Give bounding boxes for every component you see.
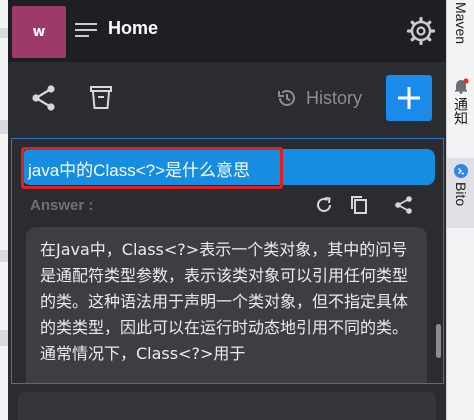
answer-bubble: 在Java中，Class<?>表示一个类对象，其中的问号是通配符类型参数，表示该… (26, 227, 427, 383)
gear-icon[interactable] (406, 16, 436, 46)
trash-icon[interactable] (90, 84, 112, 110)
bito-chat-panel: w Home History java中的Class<?>是什么意思 Answe… (8, 0, 446, 420)
history-button[interactable]: History (276, 86, 362, 110)
editor-line (0, 250, 8, 262)
new-chat-button[interactable] (386, 75, 432, 121)
maven-label: Maven (453, 2, 469, 45)
hamburger-menu-icon[interactable] (75, 22, 97, 38)
bito-logo-icon (454, 164, 468, 178)
panel-header: w Home (8, 0, 446, 62)
editor-line (0, 120, 8, 134)
message-input[interactable] (18, 392, 436, 420)
history-label: History (306, 87, 363, 108)
editor-line (0, 330, 8, 346)
answer-header: Answer : (12, 193, 443, 219)
chat-thread[interactable]: java中的Class<?>是什么意思 Answer : 在Java中，Clas… (11, 138, 444, 384)
avatar[interactable]: w (12, 6, 66, 58)
chat-toolbar: History (8, 62, 446, 132)
share-answer-icon[interactable] (394, 195, 414, 215)
history-icon (278, 90, 295, 106)
maven-tab[interactable]: Maven (447, 2, 474, 44)
bito-tab[interactable]: Bito (447, 158, 474, 228)
editor-edge (0, 0, 8, 420)
red-highlight-annotation (21, 147, 283, 189)
share-icon[interactable] (30, 84, 58, 112)
answer-text: 在Java中，Class<?>表示一个类对象，其中的问号是通配符类型参数，表示该… (40, 240, 409, 363)
refresh-icon[interactable] (314, 195, 334, 215)
answer-label: Answer : (30, 197, 94, 214)
notifications-label: 通知 (453, 97, 469, 125)
plus-icon (398, 87, 420, 109)
bito-label: Bito (453, 182, 469, 207)
copy-icon[interactable] (350, 195, 368, 215)
tool-window-bar: Maven 通知 Bito (446, 0, 474, 420)
scrollbar-thumb[interactable] (436, 324, 441, 358)
home-title[interactable]: Home (108, 18, 158, 39)
notifications-tab[interactable]: 通知 (447, 78, 474, 125)
avatar-letter: w (32, 24, 46, 40)
bell-icon (455, 78, 469, 94)
editor-line (0, 28, 8, 38)
